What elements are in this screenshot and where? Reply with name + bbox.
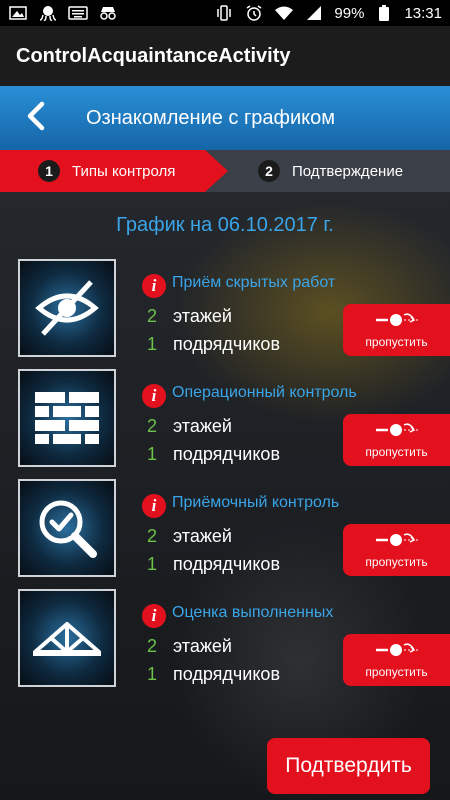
step-types-of-control[interactable]: 1 Типы контроля <box>0 150 228 192</box>
schedule-date-title: График на 06.10.2017 г. <box>116 214 334 236</box>
contractors-row: 1 подрядчиков <box>147 444 280 465</box>
wifi-icon <box>274 5 294 21</box>
incognito-icon <box>98 5 118 21</box>
app-title: ControlAcquaintanceActivity <box>16 44 291 67</box>
control-type-title[interactable]: Приёмочный контроль <box>172 494 339 512</box>
control-item: i Операционный контроль 2 этажей 1 подрядч… <box>0 369 450 467</box>
floors-row: 2 этажей <box>147 636 232 657</box>
contractors-label: подрядчиков <box>173 554 281 574</box>
contractors-count: 1 <box>147 554 158 574</box>
skip-label: пропустить <box>365 444 428 459</box>
contractors-label: подрядчиков <box>173 664 281 684</box>
info-icon[interactable]: i <box>142 494 166 518</box>
skip-arrow-icon <box>374 642 420 663</box>
skip-arrow-icon <box>374 312 420 333</box>
control-item: i Приёмочный контроль 2 этажей 1 подрядчик… <box>0 479 450 577</box>
vibrate-icon <box>214 5 234 21</box>
step-number: 2 <box>258 160 280 182</box>
contractors-row: 1 подрядчиков <box>147 664 280 685</box>
content-area: График на 06.10.2017 г. i Приём скрытых … <box>0 192 450 800</box>
info-icon[interactable]: i <box>142 384 166 408</box>
floors-label: этажей <box>173 416 232 436</box>
control-type-title[interactable]: Приём скрытых работ <box>172 274 335 292</box>
info-icon[interactable]: i <box>142 274 166 298</box>
skip-arrow-icon <box>374 532 420 553</box>
contractors-row: 1 подрядчиков <box>147 554 280 575</box>
roof-truss-icon <box>18 589 116 687</box>
clock: 13:31 <box>404 4 442 22</box>
control-type-title[interactable]: Операционный контроль <box>172 384 357 402</box>
contractors-label: подрядчиков <box>173 444 281 464</box>
control-type-title[interactable]: Оценка выполненных <box>172 604 333 622</box>
battery-percent: 99% <box>334 4 365 22</box>
skip-label: пропустить <box>365 334 428 349</box>
back-button[interactable] <box>0 86 70 150</box>
skip-button[interactable]: пропустить <box>343 634 450 686</box>
screen-header: Ознакомление с графиком <box>0 86 450 150</box>
brick-wall-icon <box>18 369 116 467</box>
signal-icon <box>304 5 324 21</box>
contractors-count: 1 <box>147 334 158 354</box>
octopus-icon <box>38 5 58 21</box>
step-label: Подтверждение <box>292 162 404 180</box>
control-item: i Приём скрытых работ 2 этажей 1 подрядчик… <box>0 259 450 357</box>
control-item: i Оценка выполненных 2 этажей 1 подрядчико… <box>0 589 450 687</box>
alarm-icon <box>244 5 264 21</box>
floors-row: 2 этажей <box>147 526 232 547</box>
floors-row: 2 этажей <box>147 416 232 437</box>
floors-label: этажей <box>173 526 232 546</box>
floors-count: 2 <box>147 526 158 546</box>
floors-count: 2 <box>147 416 158 436</box>
app-title-bar: ControlAcquaintanceActivity <box>0 26 450 86</box>
skip-button[interactable]: пропустить <box>343 524 450 576</box>
floors-count: 2 <box>147 636 158 656</box>
battery-icon <box>374 5 394 21</box>
confirm-button[interactable]: Подтвердить <box>267 738 430 794</box>
status-bar: 99% 13:31 <box>0 0 450 26</box>
contractors-count: 1 <box>147 444 158 464</box>
screen-title: Ознакомление с графиком <box>86 106 336 129</box>
magnifier-check-icon <box>18 479 116 577</box>
skip-arrow-icon <box>374 422 420 443</box>
step-indicator: 1 Типы контроля 2 Подтверждение <box>0 150 450 192</box>
contractors-count: 1 <box>147 664 158 684</box>
skip-label: пропустить <box>365 664 428 679</box>
floors-count: 2 <box>147 306 158 326</box>
skip-button[interactable]: пропустить <box>343 304 450 356</box>
image-icon <box>8 5 28 21</box>
contractors-row: 1 подрядчиков <box>147 334 280 355</box>
keyboard-icon <box>68 5 88 21</box>
hidden-eye-icon <box>18 259 116 357</box>
skip-button[interactable]: пропустить <box>343 414 450 466</box>
contractors-label: подрядчиков <box>173 334 281 354</box>
chevron-left-icon <box>24 101 46 136</box>
step-confirmation[interactable]: 2 Подтверждение <box>258 150 403 192</box>
floors-label: этажей <box>173 306 232 326</box>
floors-label: этажей <box>173 636 232 656</box>
floors-row: 2 этажей <box>147 306 232 327</box>
step-label: Типы контроля <box>72 162 176 180</box>
info-icon[interactable]: i <box>142 604 166 628</box>
step-number: 1 <box>38 160 60 182</box>
skip-label: пропустить <box>365 554 428 569</box>
